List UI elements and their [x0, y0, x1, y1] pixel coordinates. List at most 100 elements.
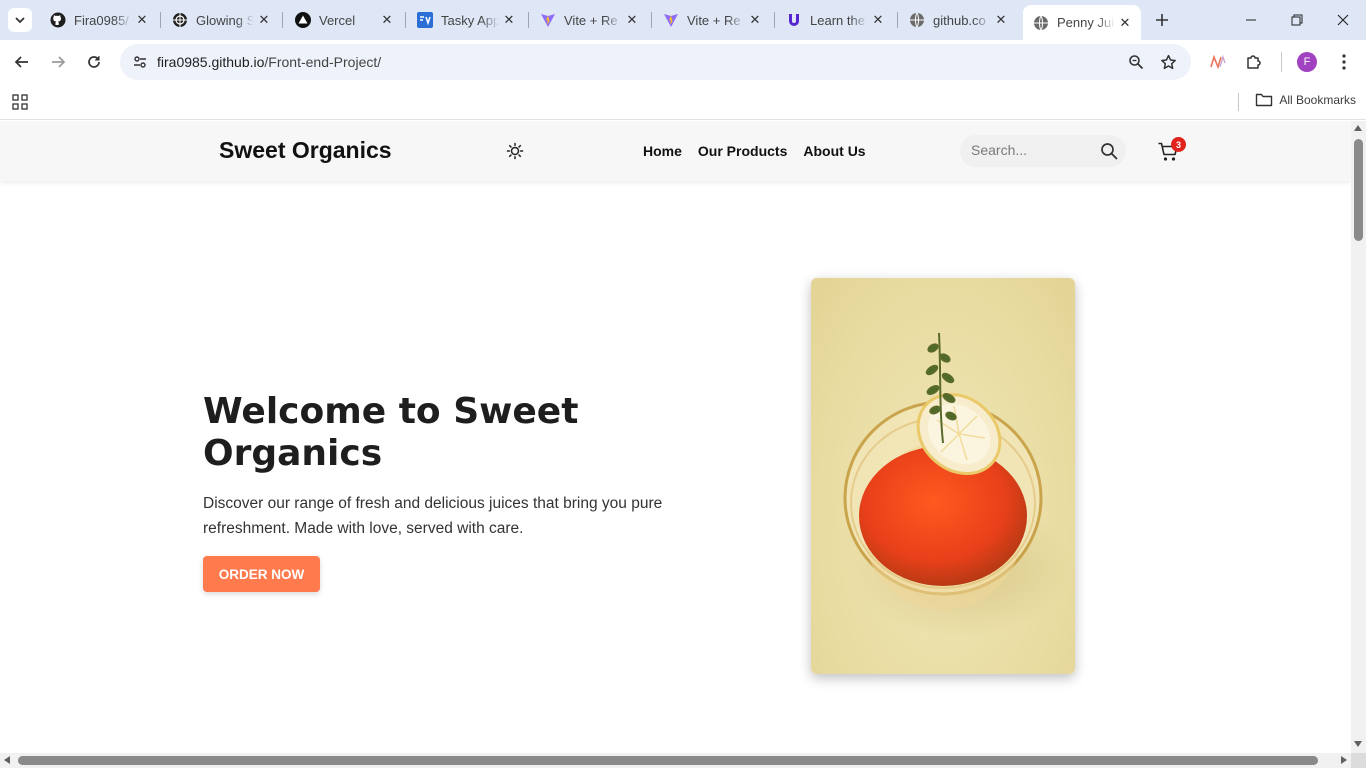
back-button[interactable]: [8, 48, 36, 76]
nav-products-link[interactable]: Our Products: [698, 143, 787, 159]
tab-6[interactable]: Vite + Re ✕: [653, 4, 771, 36]
close-icon[interactable]: ✕: [991, 10, 1011, 30]
search-button[interactable]: [1097, 140, 1121, 162]
url-path: /Front-end-Project/: [264, 54, 382, 70]
horizontal-scrollbar[interactable]: [0, 753, 1351, 768]
tab-8[interactable]: github.co ✕: [899, 4, 1017, 36]
close-icon[interactable]: ✕: [868, 10, 888, 30]
cart-count-badge: 3: [1171, 137, 1186, 152]
horizontal-scroll-thumb[interactable]: [18, 756, 1318, 765]
profile-button[interactable]: F: [1293, 48, 1321, 76]
tab-9-active[interactable]: Penny Jui ✕: [1023, 5, 1141, 40]
tune-icon: [134, 56, 146, 68]
hero-title: Welcome to Sweet Organics: [203, 391, 579, 474]
tab-1[interactable]: Fira0985/ ✕: [40, 4, 158, 36]
tab-label: Learn the: [810, 12, 865, 28]
extensions-button[interactable]: [1240, 48, 1268, 76]
tab-4[interactable]: Tasky App ✕: [407, 4, 525, 36]
sun-icon: [506, 142, 524, 160]
zoom-icon: [1129, 55, 1144, 70]
scroll-down-arrow[interactable]: [1354, 741, 1362, 747]
nav-home-link[interactable]: Home: [643, 143, 682, 159]
zoom-button[interactable]: [1124, 50, 1148, 74]
order-now-button[interactable]: ORDER NOW: [203, 556, 320, 592]
puzzle-icon: [1247, 55, 1261, 69]
tab-2[interactable]: Glowing S ✕: [162, 4, 280, 36]
bookmarks-separator: [1238, 93, 1239, 111]
tab-label: Vite + Re: [687, 12, 741, 28]
scrollbar-corner: [1351, 753, 1366, 768]
globe-icon: [1033, 15, 1049, 31]
close-icon[interactable]: ✕: [622, 10, 642, 30]
tab-separator: [282, 12, 283, 28]
toolbar-separator: [1281, 52, 1282, 72]
close-icon[interactable]: ✕: [1115, 13, 1135, 33]
tab-5[interactable]: Vite + Re ✕: [530, 4, 648, 36]
scroll-up-arrow[interactable]: [1354, 125, 1362, 131]
close-icon[interactable]: ✕: [745, 10, 765, 30]
more-vert-icon: [1342, 54, 1346, 70]
globe-icon: [172, 12, 188, 28]
theme-toggle-button[interactable]: [503, 139, 527, 163]
tab-label: Vercel: [319, 12, 356, 28]
minimize-button[interactable]: [1228, 0, 1274, 40]
apps-button[interactable]: [8, 90, 32, 114]
extension-n-button[interactable]: [1204, 48, 1232, 76]
site-info-button[interactable]: [128, 50, 152, 74]
tab-separator: [160, 12, 161, 28]
tab-separator: [528, 12, 529, 28]
vertical-scrollbar[interactable]: [1351, 121, 1366, 753]
close-icon: [1337, 14, 1349, 26]
all-bookmarks-button[interactable]: All Bookmarks: [1255, 92, 1356, 108]
address-bar[interactable]: fira0985.github.io/Front-end-Project/: [120, 44, 1191, 80]
main-nav: Home Our Products About Us: [643, 143, 866, 159]
folder-icon: [1256, 93, 1273, 107]
close-icon[interactable]: ✕: [377, 10, 397, 30]
hero-juice-image: [811, 278, 1075, 674]
star-icon: [1160, 54, 1176, 69]
restore-button[interactable]: [1274, 0, 1320, 40]
tab-label: Vite + Re: [564, 12, 618, 28]
close-window-button[interactable]: [1320, 0, 1366, 40]
extension-n-icon: [1210, 55, 1226, 69]
arrow-left-icon: [14, 56, 28, 68]
reload-button[interactable]: [80, 48, 108, 76]
search-input[interactable]: [971, 142, 1091, 158]
reload-icon: [88, 56, 100, 68]
close-icon[interactable]: ✕: [254, 10, 274, 30]
tab-3[interactable]: Vercel ✕: [285, 4, 403, 36]
tasky-icon: [417, 12, 433, 28]
vertical-scroll-thumb[interactable]: [1354, 139, 1363, 241]
tab-label: Fira0985/: [74, 12, 129, 28]
tab-label: Tasky App: [441, 12, 499, 28]
site-header: Sweet Organics Home Our Products About U…: [0, 121, 1351, 181]
site-logo[interactable]: Sweet Organics: [219, 137, 392, 164]
github-icon: [50, 12, 66, 28]
url-host: fira0985.github.io: [157, 54, 265, 70]
tab-strip: Fira0985/ ✕ Glowing S ✕ Vercel ✕ Tasky A…: [0, 0, 1366, 40]
browser-menu-button[interactable]: [1330, 48, 1358, 76]
browser-toolbar: fira0985.github.io/Front-end-Project/ F: [0, 40, 1366, 84]
tab-7[interactable]: Learn the ✕: [776, 4, 894, 36]
plus-icon: [1156, 14, 1168, 26]
avatar: F: [1297, 52, 1317, 72]
vite-icon: [663, 12, 679, 28]
close-icon[interactable]: ✕: [499, 10, 519, 30]
tab-separator: [897, 12, 898, 28]
url-text[interactable]: fira0985.github.io/Front-end-Project/: [157, 54, 381, 70]
hero-description: Discover our range of fresh and deliciou…: [203, 495, 663, 537]
scroll-left-arrow[interactable]: [4, 756, 10, 764]
tab-separator: [405, 12, 406, 28]
new-tab-button[interactable]: [1150, 8, 1174, 32]
bookmarks-bar: All Bookmarks: [0, 84, 1366, 120]
forward-button[interactable]: [44, 48, 72, 76]
vercel-icon: [295, 12, 311, 28]
cart-button[interactable]: 3: [1157, 137, 1186, 163]
chevron-down-icon: [15, 17, 25, 24]
nav-about-link[interactable]: About Us: [803, 143, 865, 159]
scroll-right-arrow[interactable]: [1341, 756, 1347, 764]
tab-search-button[interactable]: [8, 8, 32, 32]
close-icon[interactable]: ✕: [132, 10, 152, 30]
bookmark-star-button[interactable]: [1156, 50, 1180, 74]
restore-icon: [1291, 14, 1303, 26]
